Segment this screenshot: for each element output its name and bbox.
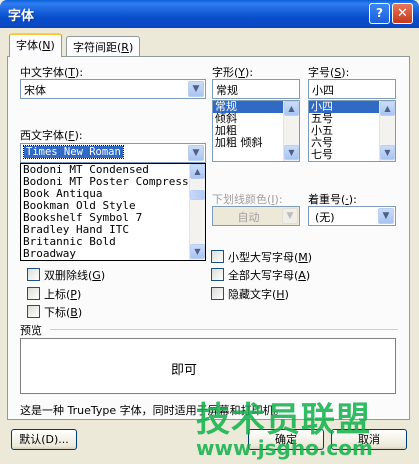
preview-divider <box>50 329 398 330</box>
scroll-up-icon[interactable]: ▲ <box>380 101 395 116</box>
font-style-label: 字形(Y): <box>212 66 254 79</box>
superscript-label: 上标(P) <box>44 288 82 301</box>
font-size-label: 字号(S): <box>308 66 350 79</box>
emphasis-mark-value: (无) <box>315 211 335 224</box>
preview-box: 即可 <box>20 338 396 394</box>
hidden-text-label: 隐藏文字(H) <box>228 288 289 301</box>
subscript-label: 下标(B) <box>44 306 83 319</box>
list-item[interactable]: Broadway <box>21 248 205 260</box>
hidden-text-checkbox[interactable] <box>211 287 224 300</box>
double-strikethrough-label: 双删除线(G) <box>44 269 106 282</box>
preview-text: 即可 <box>171 363 198 378</box>
subscript-checkbox[interactable] <box>27 305 40 318</box>
tab-font[interactable]: 字体(N) <box>9 33 62 57</box>
chinese-font-label: 中文字体(T): <box>20 66 84 79</box>
double-strikethrough-checkbox[interactable] <box>27 268 40 281</box>
emphasis-mark-dropdown-button[interactable]: ▼ <box>378 208 394 224</box>
all-caps-checkbox[interactable] <box>211 268 224 281</box>
close-button[interactable]: ✕ <box>392 3 413 24</box>
font-style-input[interactable]: 常规 <box>212 79 300 99</box>
emphasis-mark-label: 着重号(·): <box>308 193 357 206</box>
tab-char-spacing-key: R <box>121 41 129 54</box>
chinese-font-combo[interactable]: 宋体 <box>20 79 206 99</box>
underline-color-label: 下划线颜色(I): <box>212 193 283 206</box>
superscript-checkbox[interactable] <box>27 287 40 300</box>
close-icon: ✕ <box>397 6 408 21</box>
watermark-url: www.jsgho.com <box>196 436 373 460</box>
scroll-up-icon[interactable]: ▲ <box>284 101 299 116</box>
small-caps-checkbox[interactable] <box>211 250 224 263</box>
title-bar <box>0 0 419 28</box>
watermark-logo: 技术员联盟 <box>196 400 371 440</box>
underline-color-value: 自动 <box>237 211 260 224</box>
chevron-down-icon: ▼ <box>382 211 390 221</box>
scroll-down-icon[interactable]: ▼ <box>190 244 205 259</box>
preview-label: 预览 <box>20 324 42 337</box>
scrollbar-thumb[interactable] <box>190 190 205 200</box>
scroll-up-icon[interactable]: ▲ <box>190 164 205 179</box>
font-style-value: 常规 <box>216 84 238 97</box>
all-caps-label: 全部大写字母(A) <box>228 269 311 282</box>
tab-font-key: N <box>42 39 51 52</box>
tab-char-spacing-label: 字符间距 <box>73 41 117 54</box>
scroll-down-icon[interactable]: ▼ <box>284 145 299 160</box>
western-font-dropdown-button[interactable]: ▼ <box>188 145 204 161</box>
western-font-dropdown-list[interactable]: Bodoni MT Condensed Bodoni MT Poster Com… <box>20 163 206 261</box>
scroll-down-icon[interactable]: ▼ <box>380 145 395 160</box>
font-size-input[interactable]: 小四 <box>308 79 396 99</box>
default-button[interactable]: 默认(D)... <box>11 429 77 450</box>
help-icon: ? <box>376 6 383 20</box>
western-font-label: 西文字体(F): <box>20 129 83 142</box>
chinese-font-value: 宋体 <box>24 84 46 97</box>
help-button[interactable]: ? <box>369 3 390 24</box>
chevron-down-icon: ▼ <box>192 84 200 94</box>
window-title: 字体 <box>8 9 35 24</box>
font-size-value: 小四 <box>312 84 334 97</box>
western-font-value: Times New Roman <box>23 145 124 159</box>
chevron-down-icon: ▼ <box>286 211 294 221</box>
tab-char-spacing[interactable]: 字符间距(R) <box>66 36 141 56</box>
underline-color-dropdown-button: ▼ <box>282 208 298 224</box>
tab-font-label: 字体 <box>16 39 38 52</box>
western-font-combo[interactable]: Times New Roman <box>20 143 206 163</box>
small-caps-label: 小型大写字母(M) <box>228 251 313 264</box>
chinese-font-dropdown-button[interactable]: ▼ <box>188 81 204 97</box>
chevron-down-icon: ▼ <box>192 148 200 158</box>
